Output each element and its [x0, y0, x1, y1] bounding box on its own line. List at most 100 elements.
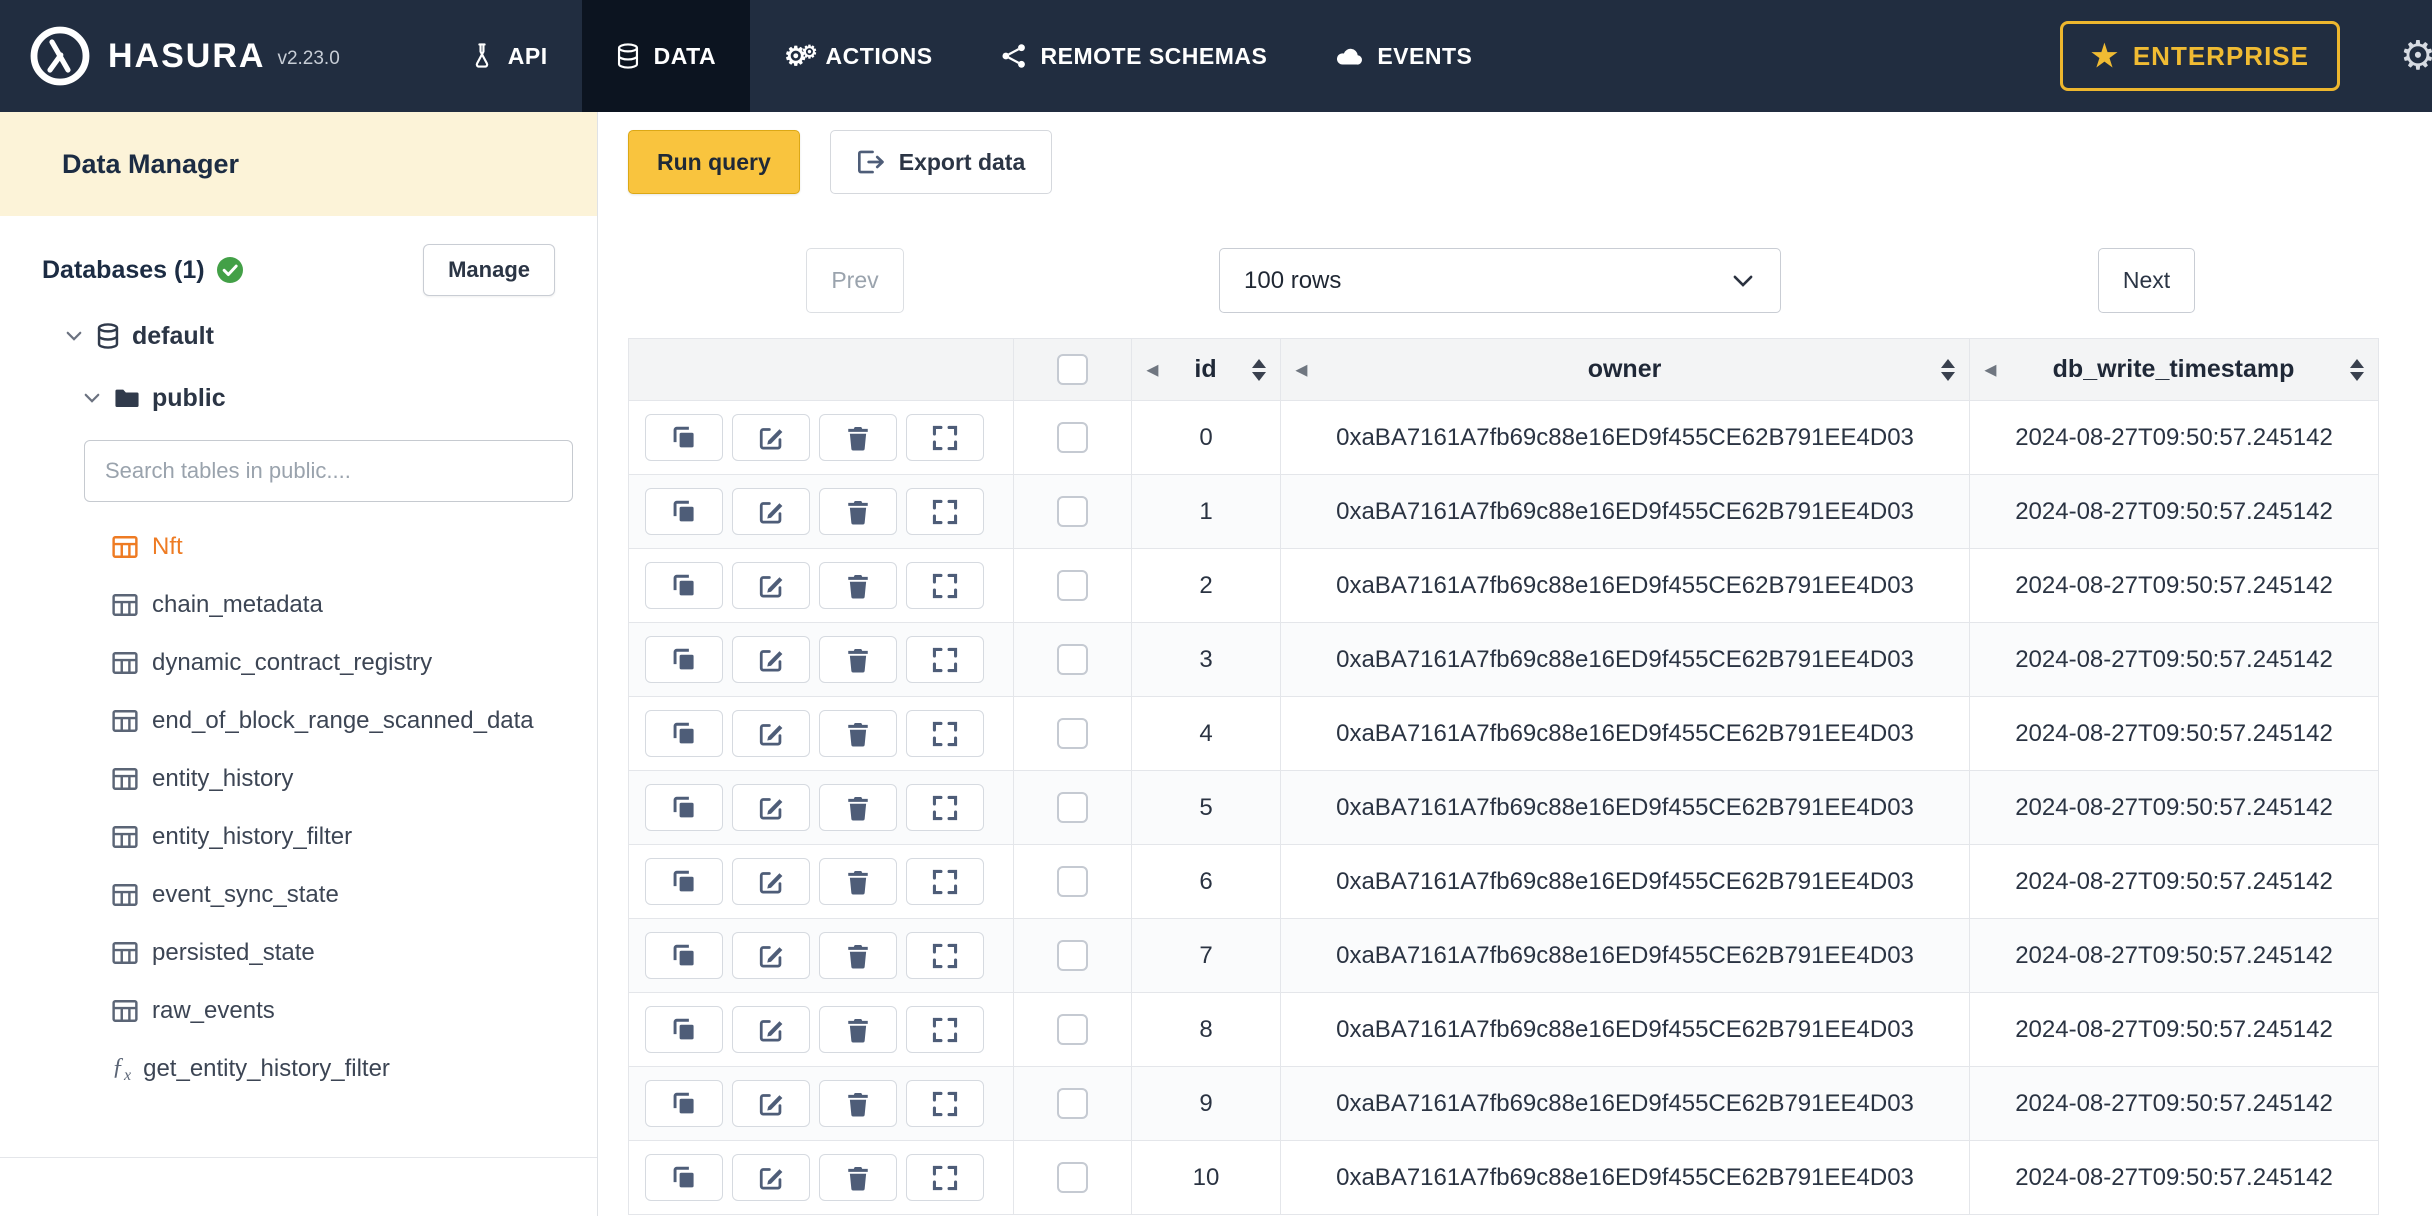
expand-row-button[interactable] — [906, 1080, 984, 1127]
manage-button[interactable]: Manage — [423, 244, 555, 296]
expand-row-button[interactable] — [906, 784, 984, 831]
edit-row-button[interactable] — [732, 1154, 810, 1201]
edit-row-button[interactable] — [732, 1006, 810, 1053]
sidebar-item-table[interactable]: raw_events — [0, 982, 597, 1040]
search-tables-input[interactable] — [84, 440, 573, 502]
clone-row-button[interactable] — [645, 858, 723, 905]
expand-row-button[interactable] — [906, 488, 984, 535]
row-checkbox[interactable] — [1057, 570, 1088, 601]
tree-item-public-schema[interactable]: public — [0, 378, 597, 418]
clone-row-button[interactable] — [645, 1080, 723, 1127]
column-header-db-write-timestamp[interactable]: ◀ db_write_timestamp — [1969, 338, 2379, 401]
edit-row-button[interactable] — [732, 562, 810, 609]
column-header-id[interactable]: ◀ id — [1131, 338, 1281, 401]
sort-icon[interactable] — [1940, 358, 1955, 381]
delete-row-button[interactable] — [819, 784, 897, 831]
table-row: 4 0xaBA7161A7fb69c88e16ED9f455CE62B791EE… — [628, 696, 2379, 771]
row-checkbox[interactable] — [1057, 940, 1088, 971]
delete-row-button[interactable] — [819, 488, 897, 535]
delete-row-button[interactable] — [819, 1154, 897, 1201]
sort-icon[interactable] — [1251, 358, 1266, 381]
sidebar-item-function[interactable]: ƒx get_entity_history_filter — [0, 1040, 597, 1098]
expand-row-button[interactable] — [906, 414, 984, 461]
cell-db-write-timestamp: 2024-08-27T09:50:57.245142 — [1969, 992, 2379, 1067]
expand-row-button[interactable] — [906, 1154, 984, 1201]
expand-row-button[interactable] — [906, 932, 984, 979]
prev-page-button[interactable]: Prev — [806, 248, 904, 313]
clone-row-button[interactable] — [645, 710, 723, 757]
edit-row-button[interactable] — [732, 932, 810, 979]
expand-row-button[interactable] — [906, 710, 984, 757]
export-data-button[interactable]: Export data — [829, 130, 1053, 194]
delete-row-button[interactable] — [819, 1006, 897, 1053]
row-checkbox[interactable] — [1057, 496, 1088, 527]
trash-icon — [848, 722, 868, 747]
clone-row-button[interactable] — [645, 1154, 723, 1201]
row-checkbox[interactable] — [1057, 422, 1088, 453]
run-query-button[interactable]: Run query — [628, 130, 800, 194]
clone-row-button[interactable] — [645, 784, 723, 831]
delete-row-button[interactable] — [819, 1080, 897, 1127]
nav-item-api[interactable]: API — [436, 0, 582, 112]
row-checkbox[interactable] — [1057, 1088, 1088, 1119]
edit-row-button[interactable] — [732, 784, 810, 831]
collapse-column-icon[interactable]: ◀ — [1147, 361, 1158, 378]
delete-row-button[interactable] — [819, 858, 897, 905]
table-name: end_of_block_range_scanned_data — [152, 707, 534, 734]
edit-row-button[interactable] — [732, 636, 810, 683]
sidebar-item-table[interactable]: Nft — [0, 518, 597, 576]
edit-row-button[interactable] — [732, 1080, 810, 1127]
sidebar-item-table[interactable]: chain_metadata — [0, 576, 597, 634]
delete-row-button[interactable] — [819, 710, 897, 757]
sidebar-item-table[interactable]: dynamic_contract_registry — [0, 634, 597, 692]
delete-row-button[interactable] — [819, 414, 897, 461]
cell-db-write-timestamp: 2024-08-27T09:50:57.245142 — [1969, 474, 2379, 549]
delete-row-button[interactable] — [819, 562, 897, 609]
expand-row-button[interactable] — [906, 858, 984, 905]
column-header-owner[interactable]: ◀ owner — [1280, 338, 1970, 401]
row-checkbox[interactable] — [1057, 718, 1088, 749]
clone-row-button[interactable] — [645, 488, 723, 535]
settings-gear-icon[interactable]: ⚙ — [2400, 33, 2432, 79]
rows-per-page-select[interactable]: 100 rows — [1219, 248, 1781, 313]
clone-row-button[interactable] — [645, 636, 723, 683]
collapse-column-icon[interactable]: ◀ — [1296, 361, 1307, 378]
edit-row-button[interactable] — [732, 858, 810, 905]
collapse-column-icon[interactable]: ◀ — [1985, 361, 1996, 378]
edit-row-button[interactable] — [732, 488, 810, 535]
enterprise-button[interactable]: ★ ENTERPRISE — [2059, 21, 2340, 91]
row-checkbox[interactable] — [1057, 1014, 1088, 1045]
edit-row-button[interactable] — [732, 414, 810, 461]
nav-item-remote-schemas[interactable]: REMOTE SCHEMAS — [967, 0, 1302, 112]
expand-row-button[interactable] — [906, 1006, 984, 1053]
hasura-logo[interactable]: HASURA v2.23.0 — [28, 24, 340, 88]
row-checkbox[interactable] — [1057, 1162, 1088, 1193]
nav-item-actions[interactable]: ⚙⚙ ACTIONS — [750, 0, 966, 112]
sidebar-item-table[interactable]: entity_history_filter — [0, 808, 597, 866]
sidebar-item-table[interactable]: entity_history — [0, 750, 597, 808]
sidebar-item-table[interactable]: event_sync_state — [0, 866, 597, 924]
edit-row-button[interactable] — [732, 710, 810, 757]
clone-row-button[interactable] — [645, 932, 723, 979]
sidebar-item-table[interactable]: end_of_block_range_scanned_data — [0, 692, 597, 750]
delete-row-button[interactable] — [819, 636, 897, 683]
cell-id: 10 — [1131, 1140, 1281, 1215]
clone-row-button[interactable] — [645, 562, 723, 609]
nav-item-data[interactable]: DATA — [581, 0, 751, 112]
select-all-checkbox[interactable] — [1057, 354, 1088, 385]
row-checkbox[interactable] — [1057, 644, 1088, 675]
clone-row-button[interactable] — [645, 1006, 723, 1053]
tree-item-default-database[interactable]: default — [0, 316, 597, 356]
nav-item-events[interactable]: EVENTS — [1301, 0, 1506, 112]
clone-row-button[interactable] — [645, 414, 723, 461]
enterprise-label: ENTERPRISE — [2132, 40, 2309, 71]
next-page-button[interactable]: Next — [2098, 248, 2195, 313]
row-checkbox[interactable] — [1057, 792, 1088, 823]
expand-icon — [932, 869, 958, 894]
row-checkbox[interactable] — [1057, 866, 1088, 897]
expand-row-button[interactable] — [906, 636, 984, 683]
sidebar-item-table[interactable]: persisted_state — [0, 924, 597, 982]
expand-row-button[interactable] — [906, 562, 984, 609]
sort-icon[interactable] — [2349, 358, 2364, 381]
delete-row-button[interactable] — [819, 932, 897, 979]
